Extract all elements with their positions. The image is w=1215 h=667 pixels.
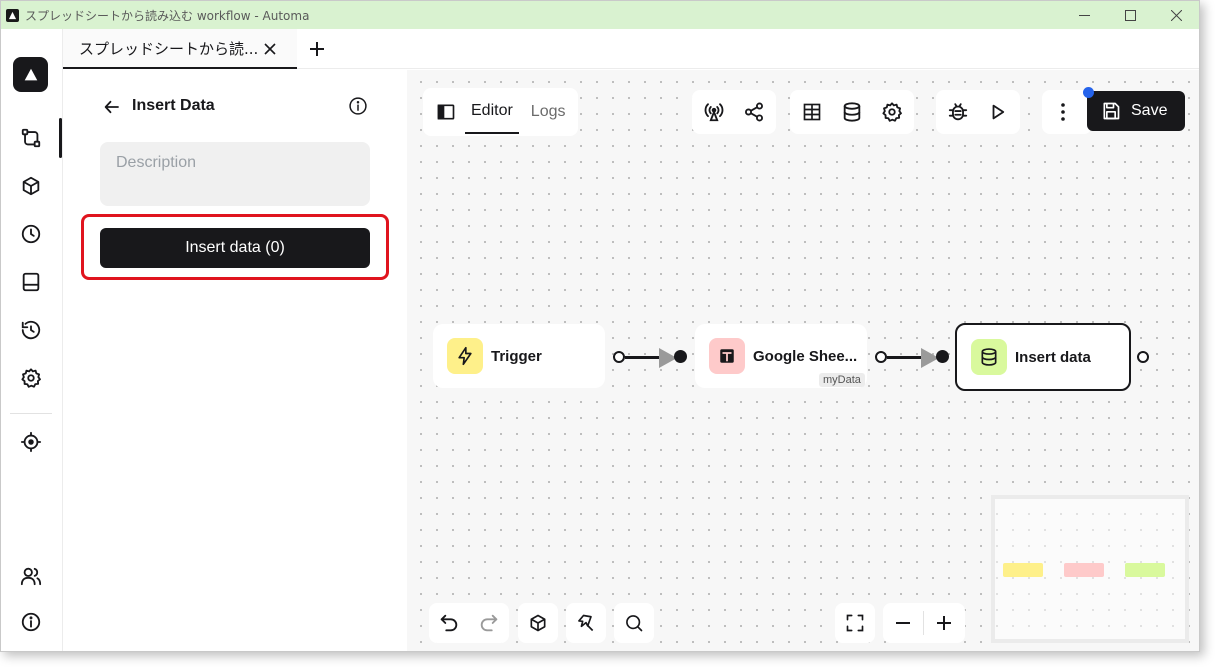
data-settings-group xyxy=(790,90,914,134)
undo-redo-group xyxy=(429,603,509,643)
debug-bug-icon[interactable] xyxy=(938,92,978,132)
maximize-button[interactable] xyxy=(1107,1,1153,29)
unsaved-indicator-dot xyxy=(1083,87,1094,98)
lightning-icon xyxy=(447,338,483,374)
minimap-node xyxy=(1125,563,1165,577)
back-arrow-icon[interactable] xyxy=(101,96,123,118)
package-tool xyxy=(518,603,558,643)
close-icon[interactable] xyxy=(261,40,279,58)
new-tab-plus-icon[interactable] xyxy=(307,39,327,59)
info-icon[interactable] xyxy=(347,95,369,117)
panel-title: Insert Data xyxy=(132,97,215,114)
undo-icon[interactable] xyxy=(429,603,469,643)
search-icon[interactable] xyxy=(614,603,654,643)
package-icon[interactable] xyxy=(518,603,558,643)
run-group xyxy=(936,90,1020,134)
description-input[interactable] xyxy=(100,142,370,206)
fullscreen-icon[interactable] xyxy=(835,603,875,643)
active-indicator xyxy=(59,118,62,158)
database-icon[interactable] xyxy=(832,92,872,132)
host-share-group xyxy=(692,90,776,134)
node-insert-data[interactable]: Insert data xyxy=(955,323,1131,391)
about-info-icon[interactable] xyxy=(17,608,45,636)
zoom-group xyxy=(883,603,965,643)
element-picker-icon[interactable] xyxy=(17,428,45,456)
output-handle[interactable] xyxy=(613,351,625,363)
table-icon[interactable] xyxy=(792,92,832,132)
history-icon[interactable] xyxy=(17,316,45,344)
minimap-node xyxy=(1064,563,1104,577)
zoom-in-icon[interactable] xyxy=(924,603,964,643)
database-icon xyxy=(971,339,1007,375)
sheets-icon xyxy=(709,338,745,374)
save-label: Save xyxy=(1131,102,1168,119)
output-handle[interactable] xyxy=(875,351,887,363)
left-sidebar xyxy=(1,29,63,651)
node-label: Google Shee... xyxy=(753,347,858,365)
zoom-out-icon[interactable] xyxy=(883,603,923,643)
tab-workflow[interactable]: スプレッドシートから読... xyxy=(63,29,297,69)
input-handle[interactable] xyxy=(674,350,687,363)
host-broadcast-icon[interactable] xyxy=(694,92,734,132)
minimize-button[interactable] xyxy=(1061,1,1107,29)
node-data-tag: myData xyxy=(819,373,865,387)
storage-icon[interactable] xyxy=(17,268,45,296)
output-handle[interactable] xyxy=(1137,351,1149,363)
save-button[interactable]: Save xyxy=(1087,91,1185,131)
insert-data-button[interactable]: Insert data (0) xyxy=(100,228,370,268)
workflows-icon[interactable] xyxy=(17,124,45,152)
tab-editor[interactable]: Editor xyxy=(465,90,519,134)
search-tool xyxy=(614,603,654,643)
redo-icon[interactable] xyxy=(469,603,509,643)
node-google-sheets[interactable]: Google Shee... myData xyxy=(695,324,867,388)
rail-divider xyxy=(10,413,52,414)
block-editor-panel: Insert Data Insert data (0) xyxy=(63,70,407,651)
automa-logo-icon xyxy=(6,8,19,22)
editor-tabs-group: Editor Logs xyxy=(423,88,578,136)
window-title: スプレッドシートから読み込む workflow - Automa xyxy=(25,8,310,23)
tab-label: スプレッドシートから読... xyxy=(79,39,259,58)
run-play-icon[interactable] xyxy=(978,92,1018,132)
app-window: スプレッドシートから読み込む workflow - Automa スプレッドシー… xyxy=(0,0,1200,652)
automa-logo[interactable] xyxy=(13,57,48,92)
toggle-sidebar-icon[interactable] xyxy=(427,92,465,132)
tab-bar: スプレッドシートから読... xyxy=(63,29,1199,69)
node-label: Trigger xyxy=(491,347,542,365)
workflow-canvas[interactable]: Editor Logs Save Trigger Google Shee... … xyxy=(407,70,1199,651)
auto-arrange-pin-icon[interactable] xyxy=(566,603,606,643)
input-handle[interactable] xyxy=(936,350,949,363)
close-window-button[interactable] xyxy=(1153,1,1199,29)
settings-gear-icon[interactable] xyxy=(17,364,45,392)
share-icon[interactable] xyxy=(734,92,774,132)
title-bar: スプレッドシートから読み込む workflow - Automa xyxy=(1,1,1199,29)
node-label: Insert data xyxy=(1015,348,1091,366)
fit-view-tool xyxy=(835,603,875,643)
packages-icon[interactable] xyxy=(17,172,45,200)
minimap-node xyxy=(1003,563,1043,577)
workflow-settings-gear-icon[interactable] xyxy=(872,92,912,132)
community-users-icon[interactable] xyxy=(17,562,45,590)
auto-arrange-tool xyxy=(566,603,606,643)
tab-logs[interactable]: Logs xyxy=(525,90,572,134)
node-trigger[interactable]: Trigger xyxy=(433,324,605,388)
schedule-clock-icon[interactable] xyxy=(17,220,45,248)
minimap[interactable] xyxy=(991,495,1189,643)
save-floppy-icon xyxy=(1101,101,1121,121)
more-vertical-icon[interactable] xyxy=(1043,92,1083,132)
